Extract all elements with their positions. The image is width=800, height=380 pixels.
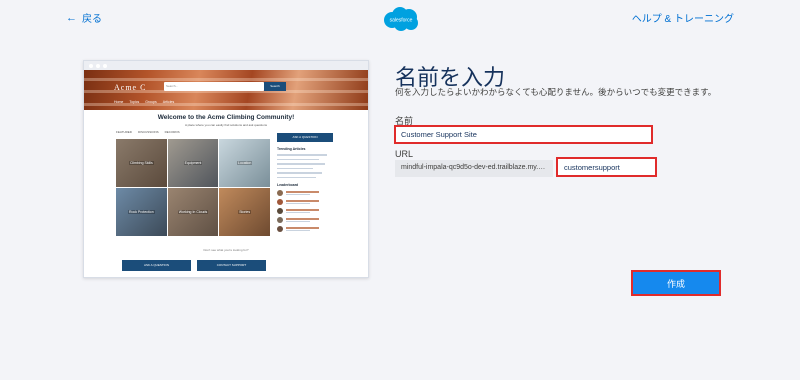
logo-text: salesforce xyxy=(390,18,413,24)
preview-tabs: FEATURED DISCUSSIONS RECORDS xyxy=(116,130,180,134)
preview-ask-button: ASK A QUESTION xyxy=(277,133,333,142)
avatar xyxy=(277,217,283,223)
preview-welcome-title: Welcome to the Acme Climbing Community! xyxy=(157,114,295,121)
preview-tab: RECORDS xyxy=(164,130,180,134)
arrow-left-icon: ← xyxy=(66,11,77,24)
preview-tab: DISCUSSIONS xyxy=(137,130,159,134)
preview-footer-question: Don't see what you're looking for? xyxy=(203,248,249,252)
back-link[interactable]: ← 戻る xyxy=(66,10,102,26)
create-button[interactable]: 作成 xyxy=(631,270,721,296)
preview-nav-item: Groups xyxy=(145,100,157,104)
preview-search-input: Search... xyxy=(164,82,264,91)
preview-topic-tile: Rock Protection xyxy=(116,188,167,236)
preview-welcome-subtitle: A place where you can easily find soluti… xyxy=(184,123,268,127)
preview-topic-tile: Equipment xyxy=(167,139,219,187)
preview-nav-item: Articles xyxy=(162,100,175,104)
preview-topic-tile: Working In Clouds xyxy=(167,188,219,236)
avatar xyxy=(277,226,283,232)
page-subtitle: 何を入力したらよいかわからなくても心配りません。後からいつでも変更できます。 xyxy=(395,87,717,97)
name-input[interactable] xyxy=(394,125,653,144)
preview-sidebar: ASK A QUESTION Trending Articles Leaderb… xyxy=(277,133,333,232)
help-training-link[interactable]: ヘルプ & トレーニング xyxy=(632,10,734,25)
avatar xyxy=(277,208,283,214)
back-label: 戻る xyxy=(82,14,102,25)
preview-search-button: Search xyxy=(264,82,286,91)
preview-window-bar xyxy=(84,61,368,70)
preview-topic-tile: Stories xyxy=(219,188,270,236)
preview-footer-buttons: ASK A QUESTION CONTACT SUPPORT xyxy=(122,260,266,271)
community-template-preview: Acme C Search... Search Home Topics Grou… xyxy=(83,60,369,278)
preview-topic-tile: Location xyxy=(219,139,270,187)
preview-topic-grid: Climbing Skills Equipment Location Rock … xyxy=(116,139,270,236)
preview-nav-item: Topics xyxy=(129,100,140,104)
url-prefix: mindful-impala-qc9d5o-dev-ed.trailblaze.… xyxy=(395,160,553,177)
preview-leaderboard-title: Leaderboard xyxy=(277,183,299,187)
url-label: URL xyxy=(395,149,414,159)
preview-nav-item: Home xyxy=(114,100,124,104)
preview-topic-tile: Climbing Skills xyxy=(116,139,167,187)
preview-hero-banner: Acme C Search... Search Home Topics Grou… xyxy=(84,70,368,110)
preview-contact-support-button: CONTACT SUPPORT xyxy=(197,260,266,271)
preview-brand: Acme C xyxy=(114,83,147,92)
preview-ask-question-button: ASK A QUESTION xyxy=(122,260,191,271)
preview-nav: Home Topics Groups Articles xyxy=(114,100,174,104)
preview-trending-title: Trending Articles xyxy=(277,147,306,151)
url-suffix-input[interactable] xyxy=(556,157,657,177)
avatar xyxy=(277,199,283,205)
salesforce-logo: salesforce xyxy=(384,7,418,31)
avatar xyxy=(277,190,283,196)
preview-tab: FEATURED xyxy=(116,130,132,134)
